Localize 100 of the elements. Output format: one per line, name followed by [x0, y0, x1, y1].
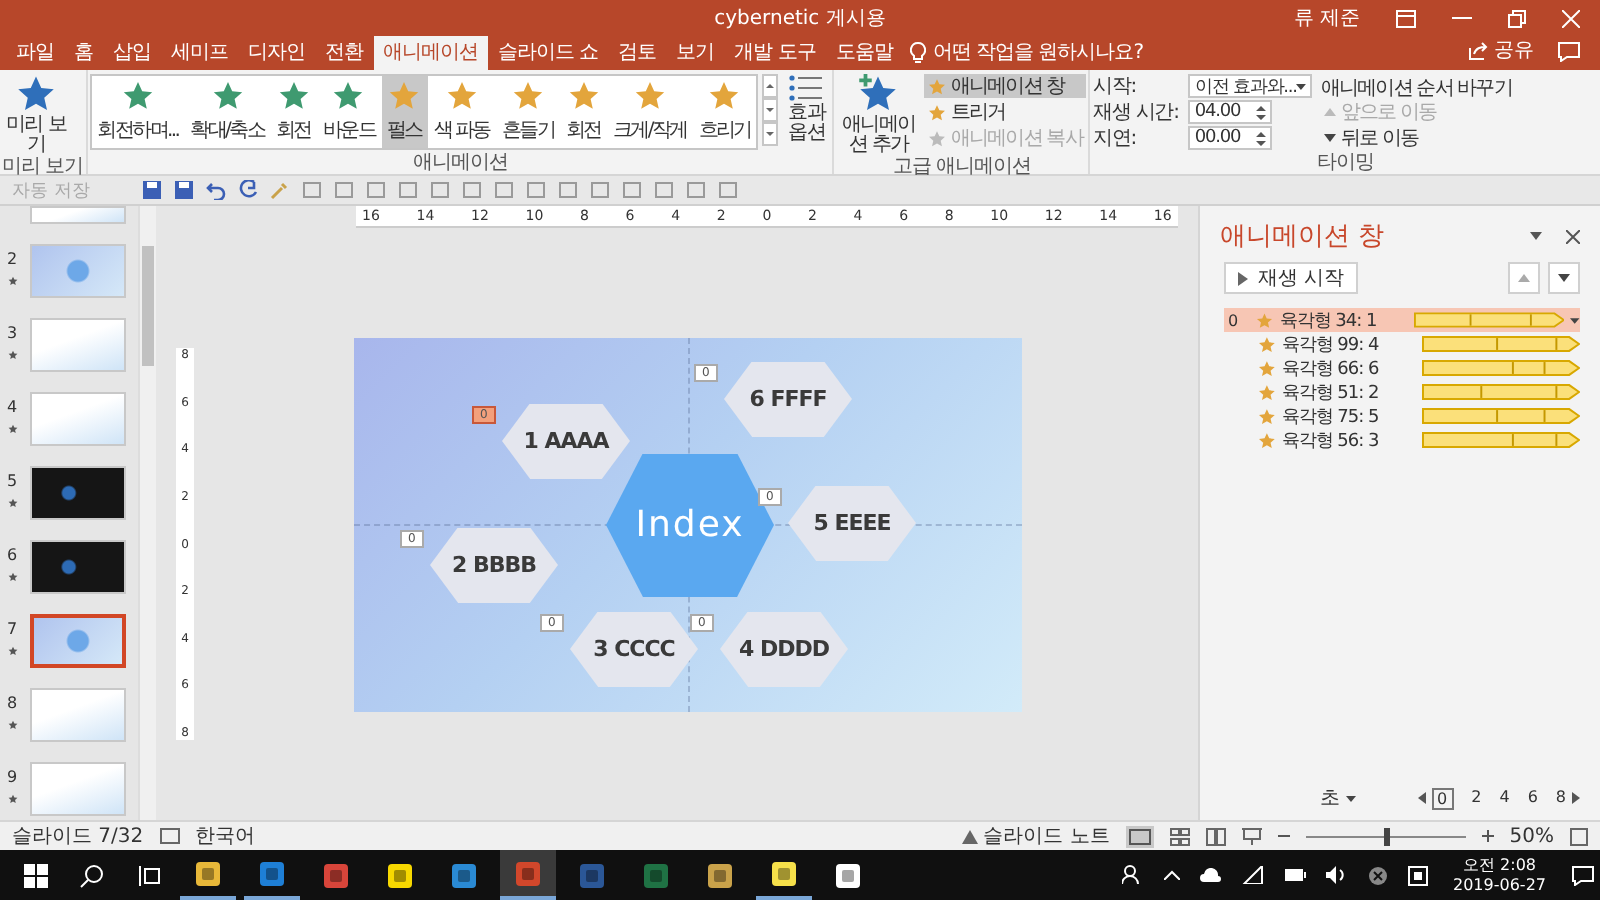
caret-icon[interactable] [1346, 795, 1356, 801]
scroll-down-icon[interactable] [762, 98, 779, 122]
clock-time[interactable]: 오전 2:08 [1462, 855, 1536, 875]
caret-icon[interactable] [1530, 232, 1542, 240]
more-icon[interactable] [762, 122, 779, 146]
scrollbar[interactable] [138, 206, 156, 820]
battery-icon[interactable] [1283, 868, 1305, 882]
preview-button[interactable]: 미리 보기 [2, 74, 70, 156]
windows-logo-icon[interactable] [24, 863, 48, 887]
group-label: 고급 애니메이션 [890, 156, 1033, 178]
animation-effect[interactable]: 흔들기 [495, 76, 561, 148]
reading-view-icon[interactable] [1205, 827, 1226, 845]
slide-thumbnail[interactable] [30, 762, 126, 816]
slide-sorter-icon[interactable] [1169, 827, 1190, 845]
animation-effect[interactable]: 회전하며... [91, 76, 185, 148]
minimize-icon[interactable] [1452, 16, 1472, 20]
user-name[interactable]: 류 제준 [1293, 4, 1360, 32]
left-arrow-icon[interactable] [1417, 792, 1426, 804]
slide-thumbnail[interactable] [30, 614, 126, 668]
start-dropdown[interactable]: 이전 효과와... [1188, 74, 1313, 98]
ribbon-tab[interactable]: 홈 [64, 36, 103, 70]
zoom-out-icon[interactable] [1277, 830, 1290, 842]
ribbon-tab[interactable]: 슬라이드 쇼 [488, 36, 609, 70]
ribbon-command[interactable]: 트리거 [924, 100, 1087, 124]
animation-effect[interactable]: 흐리기 [692, 76, 757, 148]
ribbon-tab[interactable]: 보기 [666, 36, 725, 70]
spinner-field[interactable]: 04.00 [1188, 100, 1273, 124]
reorder-button[interactable]: 뒤로 이동 [1320, 126, 1512, 150]
slide-thumbnail[interactable] [30, 206, 126, 224]
clock-date[interactable]: 2019-06-27 [1453, 875, 1546, 895]
search-icon[interactable] [80, 863, 104, 887]
save-icon[interactable] [173, 180, 194, 200]
right-arrow-icon[interactable] [1572, 792, 1580, 804]
ribbon-tab[interactable]: 검토 [608, 36, 667, 70]
restore-icon[interactable] [1508, 9, 1526, 27]
close-icon[interactable] [1566, 229, 1580, 243]
slide-thumbnail[interactable] [30, 540, 126, 594]
move-down-button[interactable] [1548, 262, 1580, 294]
animation-list-item[interactable]: 육각형 56: 3 [1224, 428, 1580, 452]
chevron-up-icon[interactable] [1163, 870, 1179, 880]
ribbon-tab[interactable]: 개발 도구 [724, 36, 826, 70]
ribbon-options-icon[interactable] [1396, 9, 1416, 27]
play-button[interactable]: 재생 시작 [1224, 262, 1359, 294]
error-circle-icon[interactable] [1367, 865, 1387, 885]
effect-options-button[interactable]: 효과 옵션 [782, 74, 831, 144]
volume-icon[interactable] [1325, 866, 1347, 884]
ribbon-tab[interactable]: 파일 [6, 36, 64, 70]
animation-effect[interactable]: 색 파동 [427, 76, 496, 148]
cloud-icon[interactable] [1199, 868, 1221, 882]
animation-list-item[interactable]: 육각형 51: 2 [1224, 380, 1580, 404]
save-icon[interactable] [141, 180, 162, 200]
ribbon-tab[interactable]: 삽입 [103, 36, 161, 70]
notes-button[interactable]: 슬라이드 노트 [961, 822, 1110, 850]
animation-list-item[interactable]: 육각형 75: 5 [1224, 404, 1580, 428]
spinner-field[interactable]: 00.00 [1188, 126, 1273, 150]
app-icon [514, 859, 542, 887]
animation-effect[interactable]: 회전 [270, 76, 317, 148]
ribbon-tab[interactable]: 애니메이션 [373, 36, 488, 70]
slide-number: 5 [6, 472, 18, 490]
spellcheck-icon[interactable] [159, 828, 180, 844]
animation-name: 육각형 34: 1 [1279, 309, 1379, 333]
animation-list-item[interactable]: 0 육각형 34: 1 [1224, 308, 1580, 332]
ribbon-tab[interactable]: 도움말 [825, 36, 903, 70]
ribbon-tab[interactable]: 디자인 [238, 36, 315, 70]
animation-effect[interactable]: 펄스 [381, 76, 428, 148]
task-view-icon[interactable] [136, 863, 160, 887]
animation-effect[interactable]: 확대/축소 [184, 76, 270, 148]
animation-list-item[interactable]: 육각형 66: 6 [1224, 356, 1580, 380]
zoom-level[interactable]: 50% [1509, 825, 1554, 847]
ribbon-tab[interactable]: 세미프 [161, 36, 238, 70]
caret-icon[interactable] [1570, 317, 1581, 323]
animation-list-item[interactable]: 육각형 99: 4 [1224, 332, 1580, 356]
scroll-up-icon[interactable] [762, 74, 779, 98]
animation-effect[interactable]: 바운드 [316, 76, 382, 148]
redo-icon[interactable] [237, 180, 258, 200]
people-icon[interactable] [1121, 864, 1143, 886]
slideshow-icon[interactable] [1241, 827, 1262, 845]
star-icon [7, 720, 17, 730]
zoom-in-icon[interactable] [1481, 830, 1494, 842]
share-button[interactable]: 공유 [1452, 36, 1550, 70]
slide-thumbnail[interactable] [30, 466, 126, 520]
slide-thumbnail[interactable] [30, 392, 126, 446]
ribbon-tab[interactable]: 전환 [315, 36, 373, 70]
wifi-icon[interactable] [1241, 866, 1263, 884]
slide-thumbnail[interactable] [30, 688, 126, 742]
ribbon-command[interactable]: 애니메이션 창 [924, 74, 1087, 98]
undo-icon[interactable] [205, 180, 226, 200]
slide-thumbnail[interactable] [30, 244, 126, 298]
language-label[interactable]: 한국어 [195, 822, 256, 850]
time-unit-dropdown[interactable]: 초 [1320, 784, 1340, 812]
animation-effect[interactable]: 크게/작게 [606, 76, 693, 148]
animation-effect[interactable]: 회전 [560, 76, 607, 148]
tell-me-search[interactable]: 어떤 작업을 원하시나요? [902, 38, 1152, 70]
input-method-icon[interactable] [1407, 865, 1427, 885]
fit-to-window-icon[interactable] [1570, 827, 1588, 845]
slide-thumbnail[interactable] [30, 318, 126, 372]
add-animation-button[interactable]: 애니메이션 추가 [836, 74, 921, 156]
notification-icon[interactable] [1572, 865, 1594, 885]
normal-view-icon[interactable] [1125, 825, 1154, 847]
comment-icon[interactable] [1558, 42, 1580, 62]
